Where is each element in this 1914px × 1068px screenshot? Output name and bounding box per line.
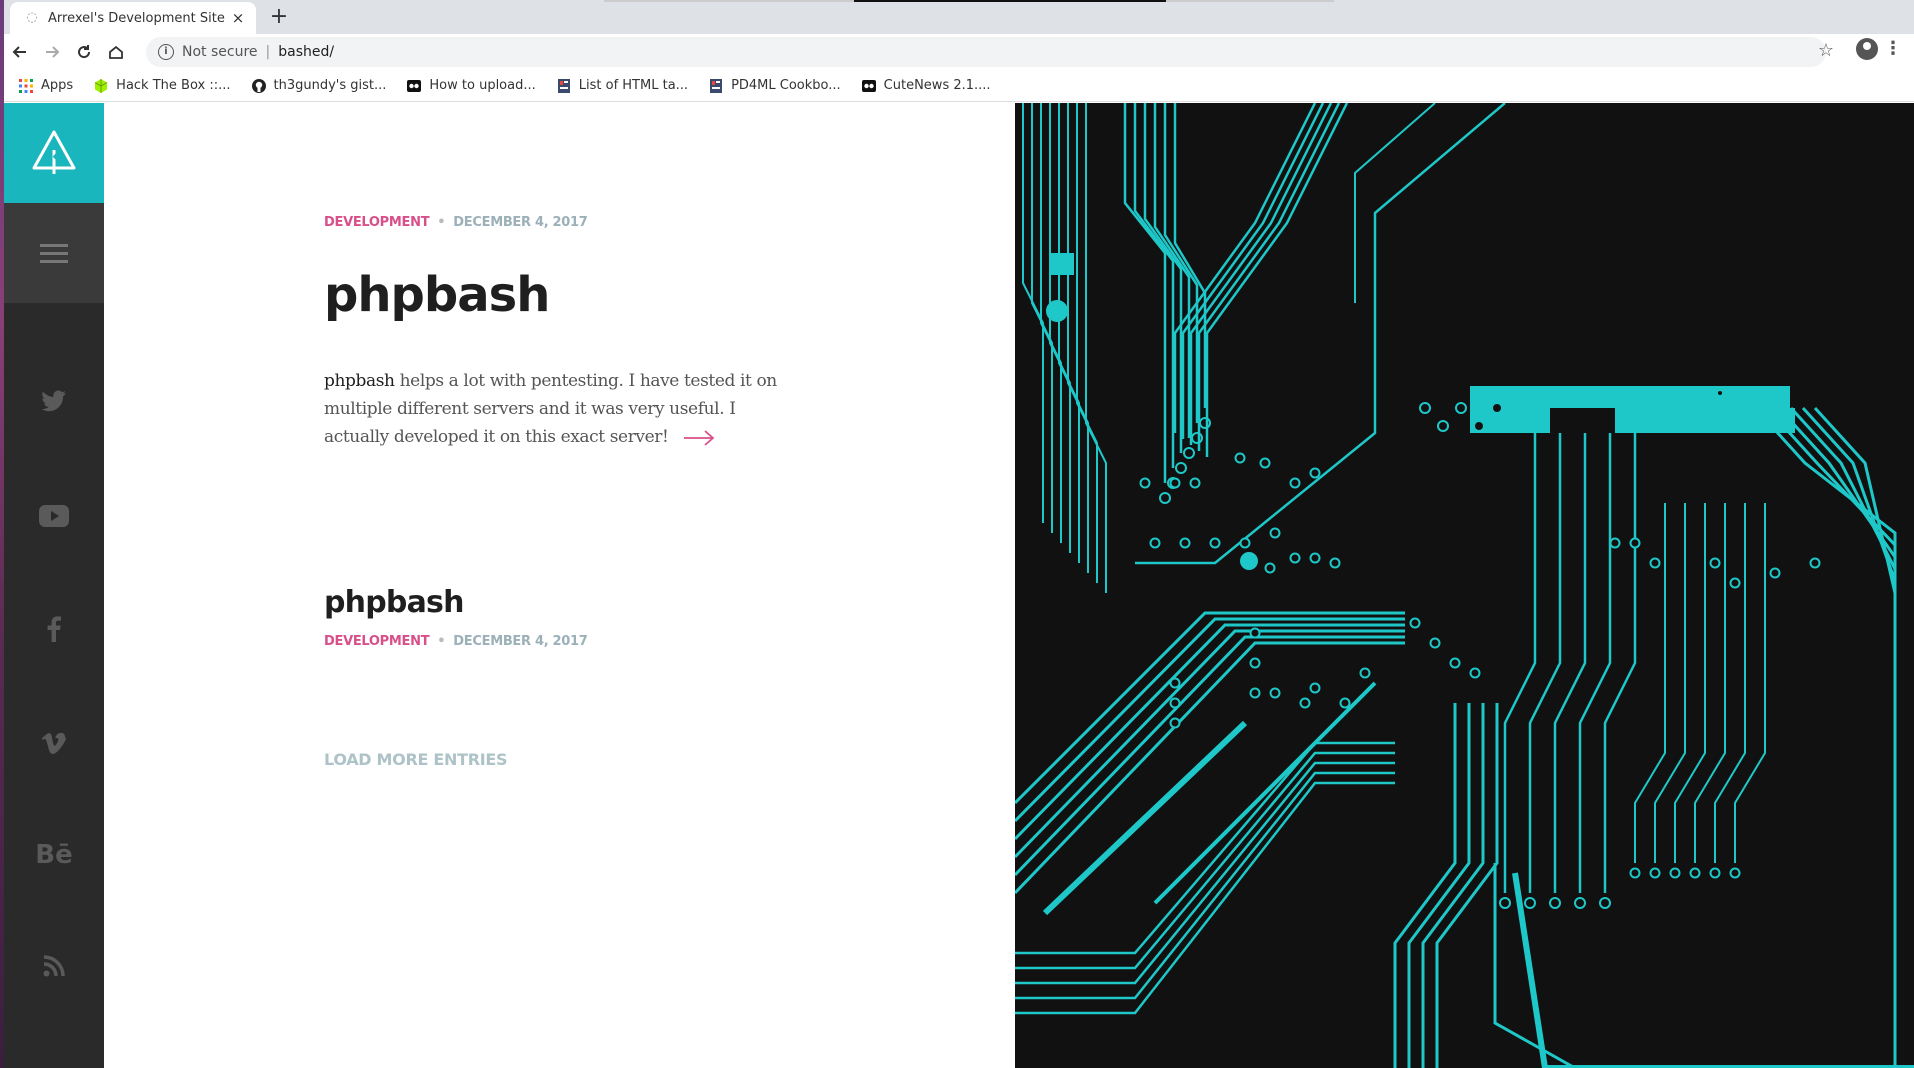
read-more-arrow-icon[interactable]	[683, 429, 715, 446]
bookmark-cutenews[interactable]: CuteNews 2.1....	[861, 78, 991, 94]
back-arrow-icon	[12, 46, 26, 58]
logo-triangle-icon	[32, 130, 76, 174]
globe-icon: ◌	[26, 10, 38, 25]
post-category-link[interactable]: DEVELOPMENT	[324, 215, 430, 230]
info-icon[interactable]: i	[158, 44, 174, 60]
address-bar[interactable]: i Not secure | bashed/	[146, 37, 1826, 67]
bookmark-label: How to upload...	[429, 78, 536, 93]
reload-icon	[78, 45, 91, 59]
bookmark-star-icon[interactable]: ☆	[1818, 40, 1834, 61]
bookmark-label: Hack The Box ::...	[116, 78, 231, 93]
bookmark-upload[interactable]: How to upload...	[406, 78, 536, 94]
bookmark-label: PD4ML Cookbo...	[731, 78, 841, 93]
sidebar: Bē	[4, 103, 104, 1068]
bookmark-apps[interactable]: Apps	[18, 78, 73, 94]
url-text[interactable]: bashed/	[278, 44, 334, 60]
circuit-hero-image	[1015, 103, 1914, 1068]
tab-active[interactable]: ◌ Arrexel's Development Site ×	[10, 2, 256, 34]
bookmark-hackthebox[interactable]: Hack The Box ::...	[93, 78, 231, 94]
tab-strip: ◌ Arrexel's Development Site × +	[4, 0, 1914, 34]
home-icon	[109, 45, 123, 59]
new-tab-button[interactable]: +	[266, 4, 292, 30]
facebook-link[interactable]	[4, 604, 104, 654]
apps-grid-icon	[19, 78, 33, 93]
youtube-link[interactable]	[4, 491, 104, 541]
github-icon	[251, 78, 266, 93]
vimeo-link[interactable]	[4, 719, 104, 769]
tab-title: Arrexel's Development Site	[48, 10, 225, 26]
not-secure-label: Not secure	[182, 44, 258, 60]
post-meta: DEVELOPMENT • DECEMBER 4, 2017	[324, 634, 588, 649]
page-icon	[557, 78, 570, 93]
facebook-icon	[47, 616, 61, 642]
forward-arrow-icon	[46, 46, 60, 58]
web-page: Bē DEVELOPMENT • DECEMBER 4, 2017 phpbash …	[4, 103, 1914, 1068]
load-more-button[interactable]: LOAD MORE ENTRIES	[324, 750, 508, 769]
bookmark-gist[interactable]: th3gundy's gist...	[251, 78, 387, 94]
bookmark-html-tags[interactable]: List of HTML ta...	[556, 78, 688, 94]
omnibox-separator: |	[265, 44, 271, 60]
site-icon	[861, 79, 876, 92]
post-title-link[interactable]: phpbash	[324, 267, 550, 323]
post-title-link[interactable]: phpbash	[324, 585, 464, 620]
twitter-link[interactable]	[4, 376, 104, 426]
youtube-icon	[39, 505, 69, 527]
bookmark-label: Apps	[41, 78, 74, 93]
home-button[interactable]	[100, 36, 132, 68]
post-date: DECEMBER 4, 2017	[453, 634, 588, 649]
twitter-icon	[41, 390, 66, 412]
forward-button[interactable]	[36, 36, 68, 68]
bookmark-label: CuteNews 2.1....	[883, 78, 991, 93]
browser-toolbar: i Not secure | bashed/ ☆ ⋮	[4, 34, 1914, 70]
rss-icon	[43, 955, 65, 977]
vimeo-icon	[41, 732, 66, 754]
bookmark-pd4ml[interactable]: PD4ML Cookbo...	[708, 78, 841, 94]
excerpt-lead: phpbash	[324, 371, 395, 391]
window-switcher-strip	[604, 0, 1334, 2]
behance-icon: Bē	[35, 840, 73, 870]
site-icon	[407, 79, 422, 92]
post-excerpt: phpbash helps a lot with pentesting. I h…	[324, 367, 804, 451]
bookmark-label: List of HTML ta...	[578, 78, 689, 93]
bookmark-label: th3gundy's gist...	[273, 78, 387, 93]
reload-button[interactable]	[68, 36, 100, 68]
tab-close-icon[interactable]: ×	[230, 9, 246, 27]
rss-link[interactable]	[4, 941, 104, 991]
hamburger-menu-button[interactable]	[4, 203, 104, 303]
post-meta: DEVELOPMENT • DECEMBER 4, 2017	[324, 215, 588, 230]
profile-avatar-icon[interactable]	[1856, 38, 1878, 60]
kebab-menu-icon[interactable]: ⋮	[1884, 38, 1902, 59]
page-icon	[710, 78, 723, 93]
circuit-board-illustration	[1015, 103, 1914, 1068]
post-date: DECEMBER 4, 2017	[453, 215, 588, 230]
htb-cube-icon	[94, 78, 108, 93]
blog-content: DEVELOPMENT • DECEMBER 4, 2017 phpbash php…	[104, 103, 1015, 1068]
behance-link[interactable]: Bē	[4, 830, 104, 880]
bookmarks-bar: Apps Hack The Box ::... th3gundy's gist.…	[4, 70, 1914, 102]
back-button[interactable]	[4, 36, 36, 68]
hamburger-icon	[40, 244, 68, 263]
post-category-link[interactable]: DEVELOPMENT	[324, 634, 430, 649]
site-logo[interactable]	[4, 103, 104, 203]
